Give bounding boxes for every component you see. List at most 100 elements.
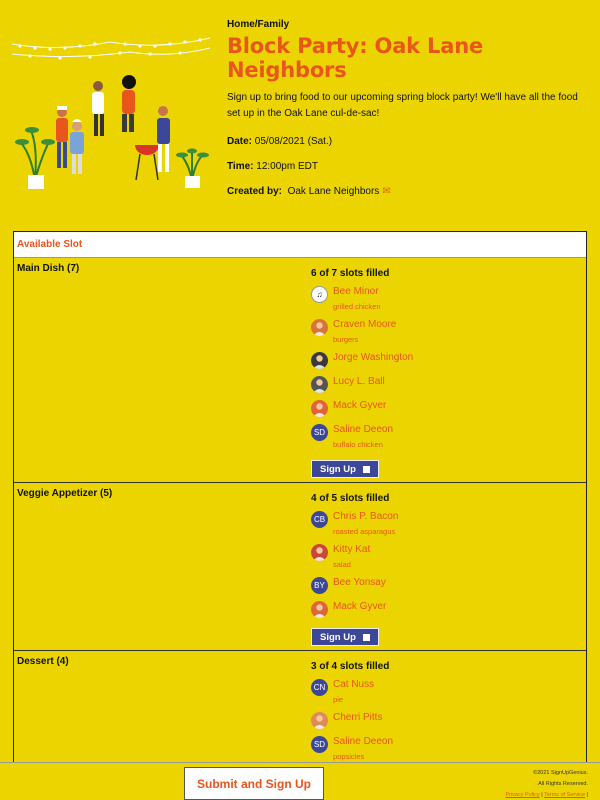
slot-name: Main Dish (7) — [17, 263, 80, 274]
participant: BY Bee Yonsay — [311, 576, 586, 594]
participant: SD Saline Deeon popsicles — [311, 735, 586, 762]
event-description: Sign up to bring food to our upcoming sp… — [227, 92, 578, 119]
signup-button-label: Sign Up — [320, 463, 356, 475]
participant: Kitty Kat salad — [311, 543, 586, 570]
participant: Lucy L. Ball — [311, 375, 586, 393]
participant-name[interactable]: Craven Moore — [333, 318, 396, 332]
legal-links: Privacy Policy | Terms of Service | — [505, 792, 588, 798]
participant-info: Mack Gyver — [333, 399, 386, 413]
avatar — [311, 712, 328, 729]
participant-info: Bee Yonsay — [333, 576, 386, 590]
participant-note: roasted asparagus — [333, 527, 396, 536]
slot-row: Main Dish (7) 6 of 7 slots filled ♫ Bee Min… — [14, 258, 586, 483]
participant-note: burgers — [333, 335, 359, 344]
date-label: Date: — [227, 136, 253, 147]
participant-name[interactable]: Saline Deeon — [333, 423, 393, 437]
avatar — [311, 601, 328, 618]
slot-row: Veggie Appetizer (5) 4 of 5 slots filled C… — [14, 483, 586, 651]
signup-button[interactable]: Sign Up — [311, 460, 379, 478]
avatar — [311, 376, 328, 393]
slot-signups: 3 of 4 slots filled CN Cat Nuss pie Cherri P… — [311, 651, 586, 770]
checkbox-icon[interactable] — [362, 633, 370, 641]
time-label: Time: — [227, 161, 254, 172]
time-value: 12:00pm EDT — [256, 161, 318, 172]
participant-info: Mack Gyver — [333, 600, 386, 614]
slot-signups: 4 of 5 slots filled CB Chris P. Bacon roast… — [311, 483, 586, 650]
avatar-initials: BY — [311, 577, 328, 594]
avatar — [311, 544, 328, 561]
participant: Cherri Pitts — [311, 711, 586, 729]
participant-name[interactable]: Lucy L. Ball — [333, 375, 385, 389]
avatar — [311, 400, 328, 417]
participant: ♫ Bee Minor grilled chicken — [311, 285, 586, 312]
slot-name: Veggie Appetizer (5) — [17, 488, 113, 499]
slot-row: Dessert (4) 3 of 4 slots filled CN Cat Nuss… — [14, 651, 586, 770]
envelope-icon[interactable]: ✉ — [382, 186, 390, 197]
participant: Mack Gyver — [311, 399, 586, 417]
participant-info: Cat Nuss pie — [333, 678, 374, 705]
footer-bar: Submit and Sign Up ©2021 SignUpGenius. A… — [0, 762, 600, 800]
signup-button[interactable]: Sign Up — [311, 628, 379, 646]
signup-table: Available Slot Main Dish (7) 6 of 7 slots… — [13, 231, 587, 771]
participant-info: Saline Deeon popsicles — [333, 735, 393, 762]
avatar-initials: CN — [311, 679, 328, 696]
participant: CN Cat Nuss pie — [311, 678, 586, 705]
event-creator: Created by: Oak Lane Neighbors ✉ — [227, 186, 592, 197]
participant-info: Jorge Washington — [333, 351, 413, 365]
copyright: ©2021 SignUpGenius. All Rights Reserved.… — [505, 768, 588, 800]
slots-filled: 6 of 7 slots filled — [311, 268, 390, 279]
created-label: Created by: — [227, 186, 283, 197]
submit-signup-button[interactable]: Submit and Sign Up — [184, 767, 324, 800]
avatar-initials: SD — [311, 736, 328, 753]
participant-name[interactable]: Saline Deeon — [333, 735, 393, 749]
participant-info: Bee Minor grilled chicken — [333, 285, 381, 312]
block-party-illustration — [11, 37, 211, 189]
participant-name[interactable]: Jorge Washington — [333, 351, 413, 365]
participant-name[interactable]: Mack Gyver — [333, 399, 386, 413]
participant: Mack Gyver — [311, 600, 586, 618]
participant-name[interactable]: Chris P. Bacon — [333, 510, 398, 524]
participant: CB Chris P. Bacon roasted asparagus — [311, 510, 586, 537]
participant-info: Saline Deeon buffalo chicken — [333, 423, 393, 450]
rights-text: All Rights Reserved. — [538, 781, 588, 787]
participant-name[interactable]: Kitty Kat — [333, 543, 370, 557]
participant-note: pie — [333, 695, 344, 704]
participant-name[interactable]: Bee Yonsay — [333, 576, 386, 590]
avatar — [311, 352, 328, 369]
participant-note: grilled chicken — [333, 302, 381, 311]
event-date: Date: 05/08/2021 (Sat.) — [227, 136, 592, 147]
event-info: Home/Family Block Party: Oak Lane Neighb… — [227, 19, 592, 197]
participant: Craven Moore burgers — [311, 318, 586, 345]
slot-signups: 6 of 7 slots filled ♫ Bee Minor grilled chi… — [311, 258, 586, 482]
participant-info: Craven Moore burgers — [333, 318, 396, 345]
participant-info: Cherri Pitts — [333, 711, 382, 725]
participant-name[interactable]: Bee Minor — [333, 285, 381, 299]
slot-rows: Main Dish (7) 6 of 7 slots filled ♫ Bee Min… — [14, 258, 586, 770]
participant-name[interactable]: Cat Nuss — [333, 678, 374, 692]
signup-button-label: Sign Up — [320, 631, 356, 643]
event-header: Home/Family Block Party: Oak Lane Neighb… — [0, 0, 600, 225]
slots-filled: 4 of 5 slots filled — [311, 493, 390, 504]
event-category: Home/Family — [227, 19, 290, 30]
participant-note: buffalo chicken — [333, 440, 383, 449]
creator-name: Oak Lane Neighbors — [287, 186, 380, 197]
slot-name: Dessert (4) — [17, 656, 69, 667]
copyright-text: ©2021 SignUpGenius. — [533, 770, 588, 776]
avatar — [311, 319, 328, 336]
privacy-link[interactable]: Privacy Policy — [505, 792, 539, 798]
table-header: Available Slot — [14, 232, 586, 258]
event-title: Block Party: Oak Lane Neighbors — [227, 34, 483, 82]
slots-filled: 3 of 4 slots filled — [311, 661, 390, 672]
participant-note: popsicles — [333, 752, 365, 761]
date-value: 05/08/2021 (Sat.) — [254, 136, 333, 147]
participant-name[interactable]: Cherri Pitts — [333, 711, 382, 725]
participant-note: salad — [333, 560, 351, 569]
checkbox-icon[interactable] — [362, 465, 370, 473]
avatar-initials: CB — [311, 511, 328, 528]
participant: SD Saline Deeon buffalo chicken — [311, 423, 586, 450]
participant-info: Chris P. Bacon roasted asparagus — [333, 510, 398, 537]
terms-link[interactable]: Terms of Service — [544, 792, 585, 798]
participant-info: Kitty Kat salad — [333, 543, 370, 570]
participant-name[interactable]: Mack Gyver — [333, 600, 386, 614]
participant: Jorge Washington — [311, 351, 586, 369]
